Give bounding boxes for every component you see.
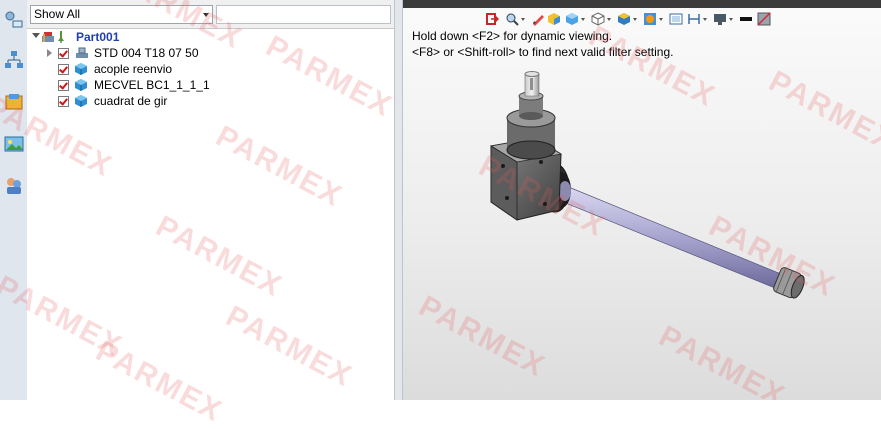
monitor-icon[interactable]: [713, 12, 727, 26]
viewport-hint-line-2: <F8> or <Shift-roll> to find next valid …: [412, 45, 674, 59]
subassembly-icon: [76, 47, 88, 58]
chevron-down-icon: [203, 13, 209, 17]
sketch-icon[interactable]: [531, 12, 545, 26]
chevron-down-icon[interactable]: [633, 18, 637, 21]
part-cube-icon: [75, 63, 87, 75]
tree-item-label: MECVEL BC1_1_1_1: [94, 78, 210, 92]
chevron-down-icon[interactable]: [581, 18, 585, 21]
part-cube-icon: [75, 79, 87, 91]
graphics-viewport[interactable]: Hold down <F2> for dynamic viewing. <F8>…: [403, 0, 881, 400]
visibility-checkbox[interactable]: [58, 48, 69, 59]
edit-appearance-icon[interactable]: [643, 12, 657, 26]
chevron-down-icon[interactable]: [521, 18, 525, 21]
chevron-down-icon[interactable]: [607, 18, 611, 21]
section-view-icon[interactable]: [547, 12, 561, 26]
apply-scene-icon[interactable]: [669, 12, 683, 26]
tree-item-label: cuadrat de gir: [94, 94, 168, 108]
tree-item-mecvel[interactable]: MECVEL BC1_1_1_1: [27, 77, 394, 93]
appearance-icon[interactable]: [4, 176, 24, 196]
line-icon[interactable]: [739, 12, 753, 26]
collapse-toggle-icon[interactable]: [32, 33, 40, 38]
show-filter-value: Show All: [34, 7, 81, 21]
document-tab-strip: [403, 0, 881, 8]
exit-icon[interactable]: [485, 12, 499, 26]
pin-icon: [58, 31, 64, 43]
tree-item-std-004[interactable]: STD 004 T18 07 50: [27, 45, 394, 61]
part-cube-icon: [75, 95, 87, 107]
tree-root-row[interactable]: Part001: [27, 29, 394, 45]
panel-splitter[interactable]: [394, 0, 403, 400]
chevron-down-icon[interactable]: [659, 18, 663, 21]
left-toolbar: [0, 0, 28, 400]
tree-root-label: Part001: [76, 30, 120, 44]
tree-filter-input[interactable]: [216, 5, 391, 24]
view-orientation-icon[interactable]: [565, 12, 579, 26]
feature-tree-panel: Show All Part001 STD 004 T18 07 50 acopl…: [27, 0, 394, 400]
zoom-icon[interactable]: [505, 12, 519, 26]
property-icon[interactable]: [4, 92, 24, 112]
tree-item-cuadrat[interactable]: cuadrat de gir: [27, 93, 394, 109]
visibility-checkbox[interactable]: [58, 64, 69, 75]
tree-item-label: acople reenvio: [94, 62, 173, 76]
hide-show-icon[interactable]: [617, 12, 631, 26]
tree-item-acople-reenvio[interactable]: acople reenvio: [27, 61, 394, 77]
chevron-down-icon[interactable]: [703, 18, 707, 21]
tree-toolbar: Show All: [27, 0, 394, 29]
view-settings-icon[interactable]: [687, 12, 701, 26]
cad-model-gearbox[interactable]: [463, 70, 881, 340]
tree-item-label: STD 004 T18 07 50: [94, 46, 199, 60]
display-manager-icon[interactable]: [4, 134, 24, 154]
assembly-icon: [42, 32, 54, 42]
visibility-checkbox[interactable]: [58, 80, 69, 91]
end-nut: [773, 267, 805, 299]
visibility-checkbox[interactable]: [58, 96, 69, 107]
heads-up-view-toolbar: [483, 10, 881, 30]
chevron-down-icon[interactable]: [729, 18, 733, 21]
display-style-icon[interactable]: [591, 12, 605, 26]
viewport-hint-line-1: Hold down <F2> for dynamic viewing.: [412, 29, 613, 43]
split-icon[interactable]: [757, 12, 771, 26]
show-filter-dropdown[interactable]: Show All: [30, 5, 213, 24]
configuration-icon[interactable]: [4, 50, 24, 70]
feature-manager-icon[interactable]: [4, 10, 24, 30]
expand-toggle-icon[interactable]: [47, 49, 52, 57]
